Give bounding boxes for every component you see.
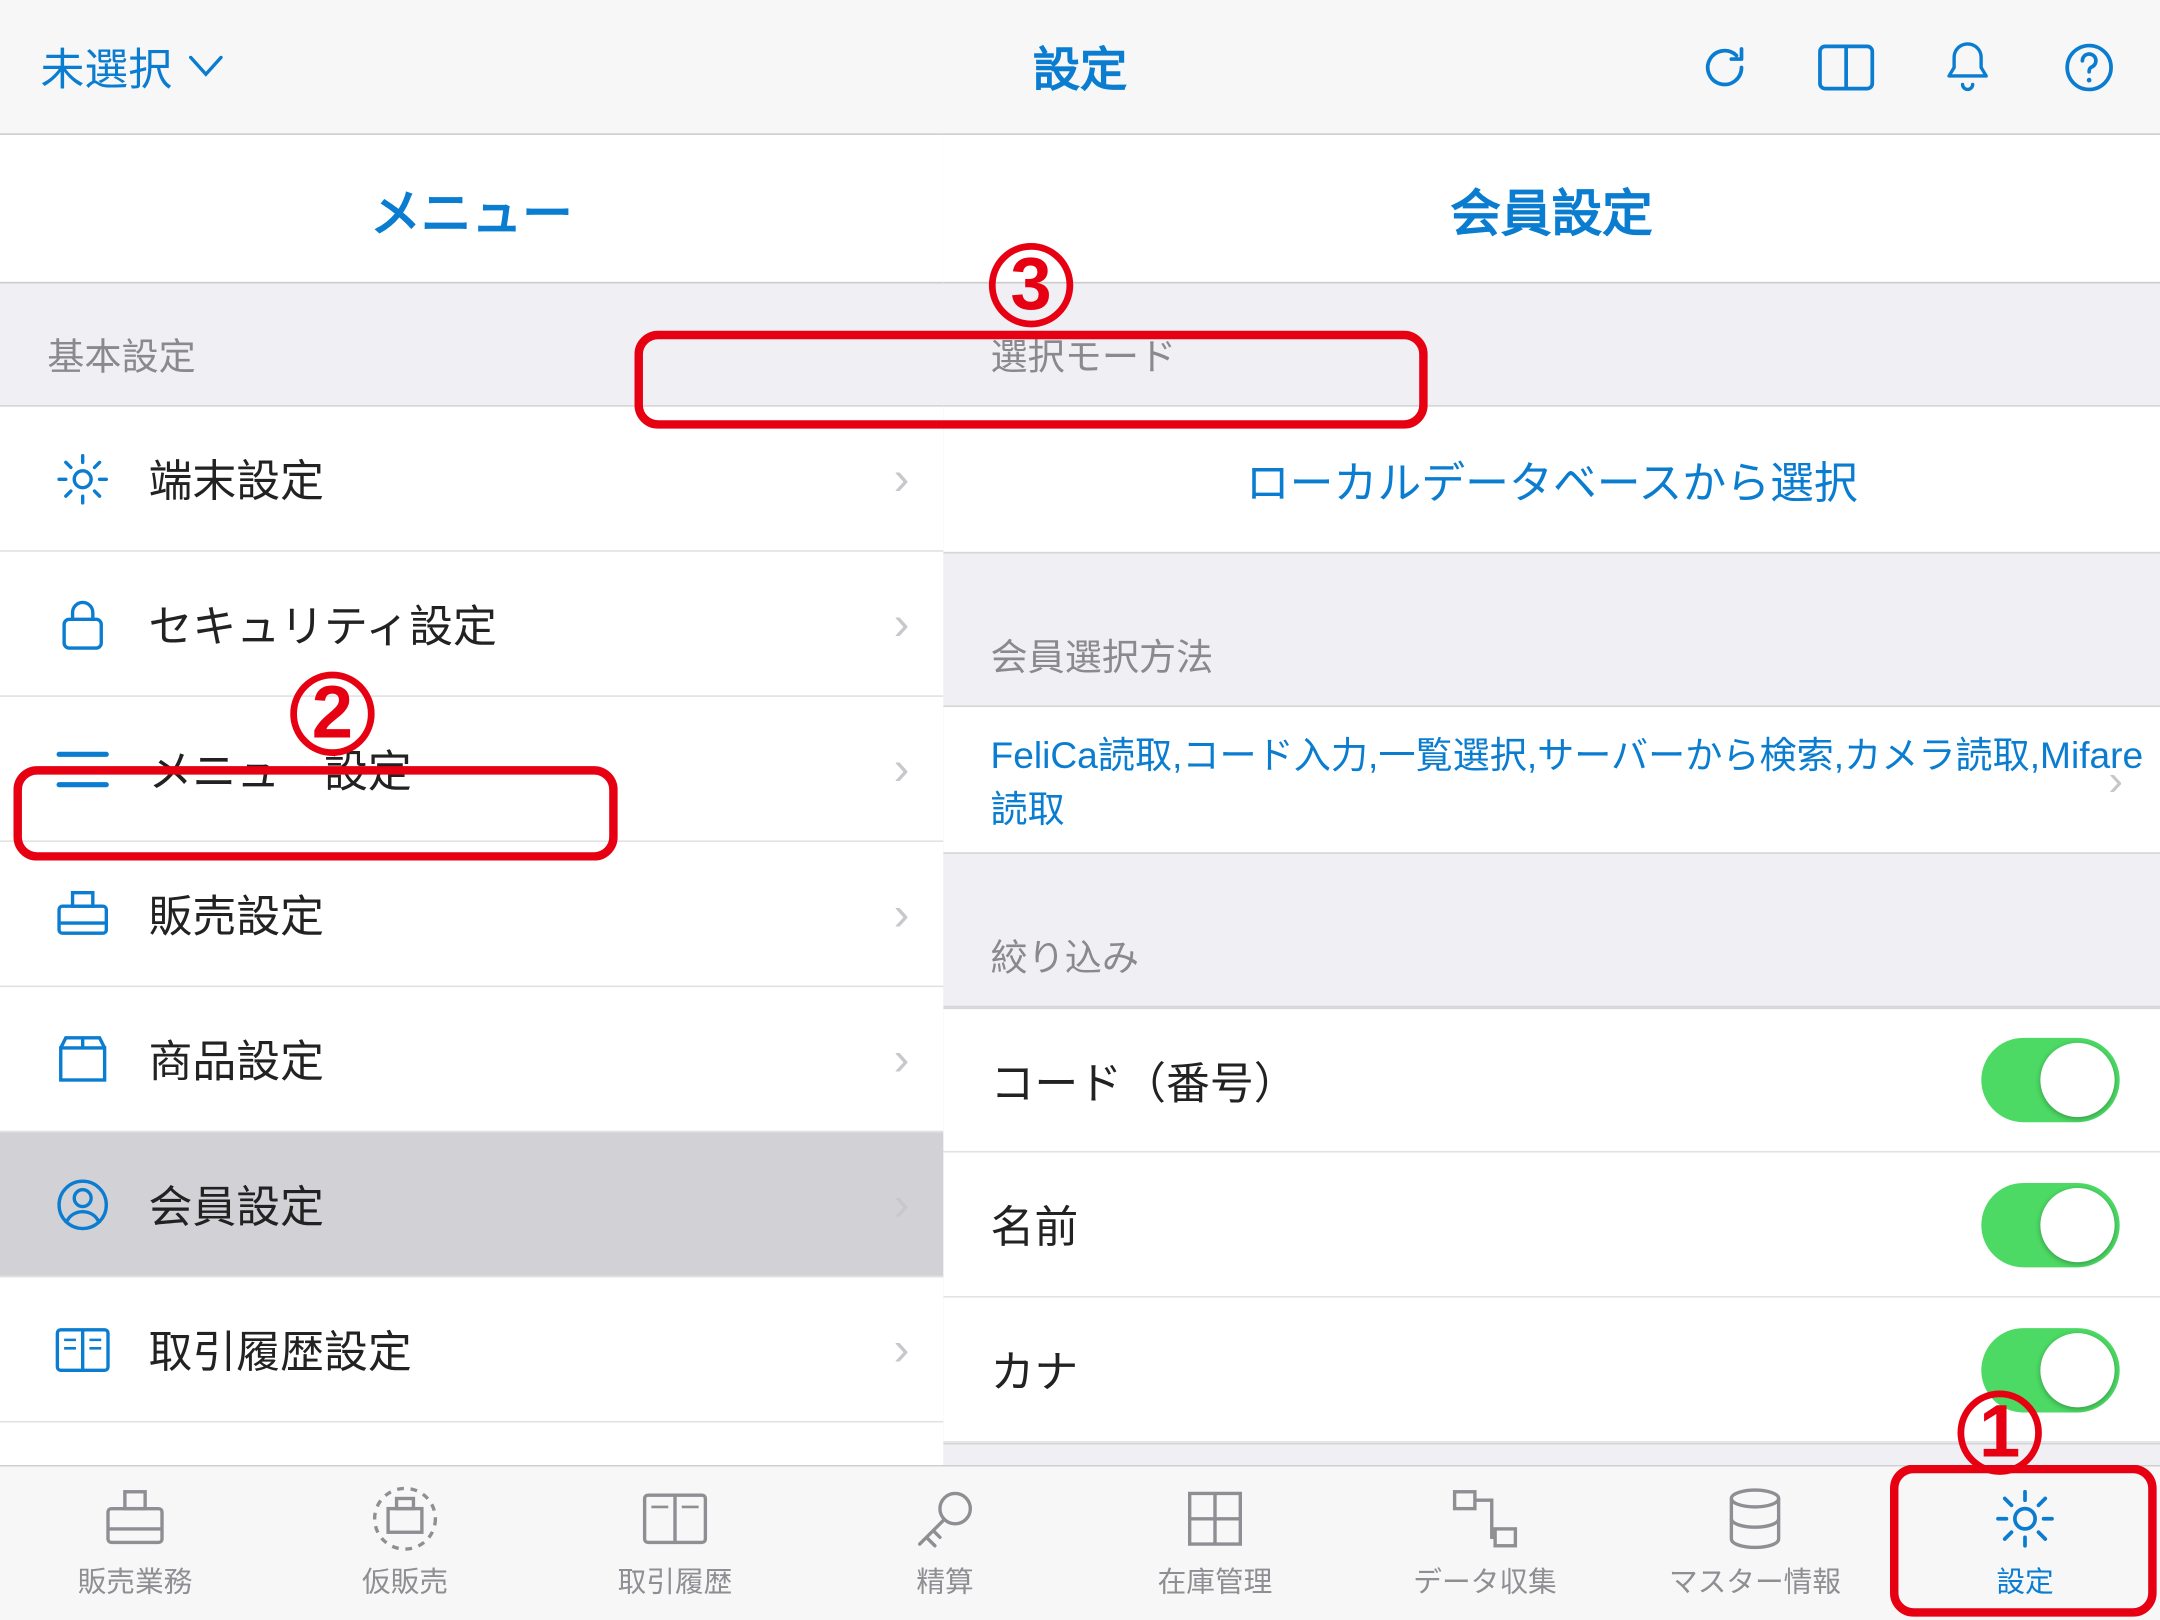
box-icon [41, 1034, 125, 1085]
sidebar-item-label: 販売設定 [125, 883, 894, 945]
tab-label: 設定 [1996, 1558, 2053, 1600]
toggle-label: 名前 [990, 1193, 1981, 1255]
sidebar-item-label: 端末設定 [125, 447, 894, 509]
tab-master[interactable]: マスター情報 [1620, 1466, 1890, 1620]
bottom-tab-bar: 販売業務 仮販売 取引履歴 精算 在庫管理 [0, 1465, 2160, 1620]
filter-row-name: 名前 [943, 1153, 2160, 1298]
register-dash-icon [368, 1487, 442, 1551]
tab-history[interactable]: 取引履歴 [540, 1466, 810, 1620]
tab-data-collection[interactable]: データ収集 [1350, 1466, 1620, 1620]
selector-dropdown[interactable]: 未選択 [41, 35, 223, 97]
section-filter: 絞り込み [943, 854, 2160, 1006]
refresh-icon[interactable] [1694, 36, 1755, 97]
chevron-right-icon: › [894, 1322, 910, 1376]
filter-group: コード（番号） 名前 カナ [943, 1006, 2160, 1445]
sidebar-item-label: 取引履歴設定 [125, 1318, 894, 1380]
tab-provisional-sales[interactable]: 仮販売 [270, 1466, 540, 1620]
section-header-basic: 基本設定 [0, 284, 943, 406]
menu-icon [41, 748, 125, 789]
chevron-down-icon [189, 55, 223, 79]
sidebar-item-terminal[interactable]: 端末設定 › [0, 407, 943, 552]
cabinet-icon [1178, 1487, 1252, 1551]
book-icon [41, 1326, 125, 1373]
tab-settlement[interactable]: 精算 [810, 1466, 1080, 1620]
sidebar-item-security[interactable]: セキュリティ設定 › [0, 552, 943, 697]
db-icon [1718, 1487, 1792, 1551]
sidebar-item-label: 会員設定 [125, 1173, 894, 1235]
selector-label: 未選択 [41, 35, 173, 97]
member-select-row[interactable]: FeliCa読取,コード入力,一覧選択,サーバーから検索,カメラ読取,Mifar… [943, 705, 2160, 854]
book-icon [638, 1487, 712, 1551]
help-icon[interactable] [2059, 36, 2120, 97]
sidebar-item-label: 在庫設定 [125, 1463, 894, 1465]
chevron-right-icon: › [894, 1032, 910, 1086]
person-icon [41, 1177, 125, 1231]
sidebar-item-sales[interactable]: 販売設定 › [0, 842, 943, 987]
page-title: 設定 [1033, 33, 1128, 101]
tab-sales[interactable]: 販売業務 [0, 1466, 270, 1620]
sidebar: メニュー 基本設定 端末設定 › セキュリティ [0, 135, 943, 1465]
toggle-switch[interactable] [1981, 1038, 2119, 1122]
gear-icon [1988, 1487, 2062, 1551]
sidebar-item-inventory[interactable]: 在庫設定 › [0, 1423, 943, 1465]
chevron-right-icon: › [2108, 753, 2123, 805]
split-view-icon[interactable] [1816, 36, 1877, 97]
gear-icon [41, 451, 125, 505]
sidebar-item-history[interactable]: 取引履歴設定 › [0, 1277, 943, 1422]
sidebar-header: メニュー [0, 135, 943, 284]
flow-icon [1448, 1487, 1522, 1551]
detail-header: 会員設定 [943, 135, 2160, 284]
sidebar-item-menu[interactable]: メニュー設定 › [0, 697, 943, 842]
detail-panel: 会員設定 選択モード ローカルデータベースから選択 会員選択方法 FeliCa読… [943, 135, 2160, 1465]
sidebar-item-product[interactable]: 商品設定 › [0, 987, 943, 1132]
chevron-right-icon: › [894, 742, 910, 796]
key-icon [908, 1487, 982, 1551]
sidebar-item-member[interactable]: 会員設定 › [0, 1132, 943, 1277]
select-mode-row[interactable]: ローカルデータベースから選択 [943, 405, 2160, 554]
sidebar-item-label: メニュー設定 [125, 737, 894, 799]
tab-settings[interactable]: 設定 [1890, 1466, 2160, 1620]
section-select-mode: 選択モード [943, 284, 2160, 406]
tab-label: 精算 [916, 1558, 973, 1600]
chevron-right-icon: › [894, 1177, 910, 1231]
section-sales: 販売業務 [943, 1445, 2160, 1465]
lock-icon [41, 595, 125, 652]
register-icon [98, 1487, 172, 1551]
sidebar-item-label: セキュリティ設定 [125, 592, 894, 654]
chevron-right-icon: › [894, 887, 910, 941]
bell-icon[interactable] [1937, 36, 1998, 97]
filter-row-kana: カナ [943, 1298, 2160, 1443]
register-icon [41, 888, 125, 939]
toggle-label: カナ [990, 1338, 1981, 1400]
tab-label: 取引履歴 [618, 1558, 733, 1600]
section-member-select: 会員選択方法 [943, 554, 2160, 706]
chevron-right-icon: › [894, 597, 910, 651]
toggle-label: コード（番号） [990, 1049, 1981, 1111]
top-nav-bar: 未選択 設定 [0, 0, 2160, 135]
sidebar-item-label: 商品設定 [125, 1028, 894, 1090]
toggle-switch[interactable] [1981, 1182, 2119, 1266]
tab-label: マスター情報 [1669, 1558, 1841, 1600]
tab-label: 仮販売 [362, 1558, 448, 1600]
tab-inventory[interactable]: 在庫管理 [1080, 1466, 1350, 1620]
tab-label: データ収集 [1413, 1558, 1556, 1600]
select-mode-value: ローカルデータベースから選択 [1246, 448, 1858, 510]
member-select-value: FeliCa読取,コード入力,一覧選択,サーバーから検索,カメラ読取,Mifar… [990, 726, 2160, 834]
chevron-right-icon: › [894, 451, 910, 505]
toggle-switch[interactable] [1981, 1327, 2119, 1411]
filter-row-code: コード（番号） [943, 1007, 2160, 1152]
sidebar-group-basic: 端末設定 › セキュリティ設定 › メニュー設定 [0, 405, 943, 1465]
tab-label: 在庫管理 [1158, 1558, 1273, 1600]
tab-label: 販売業務 [78, 1558, 193, 1600]
